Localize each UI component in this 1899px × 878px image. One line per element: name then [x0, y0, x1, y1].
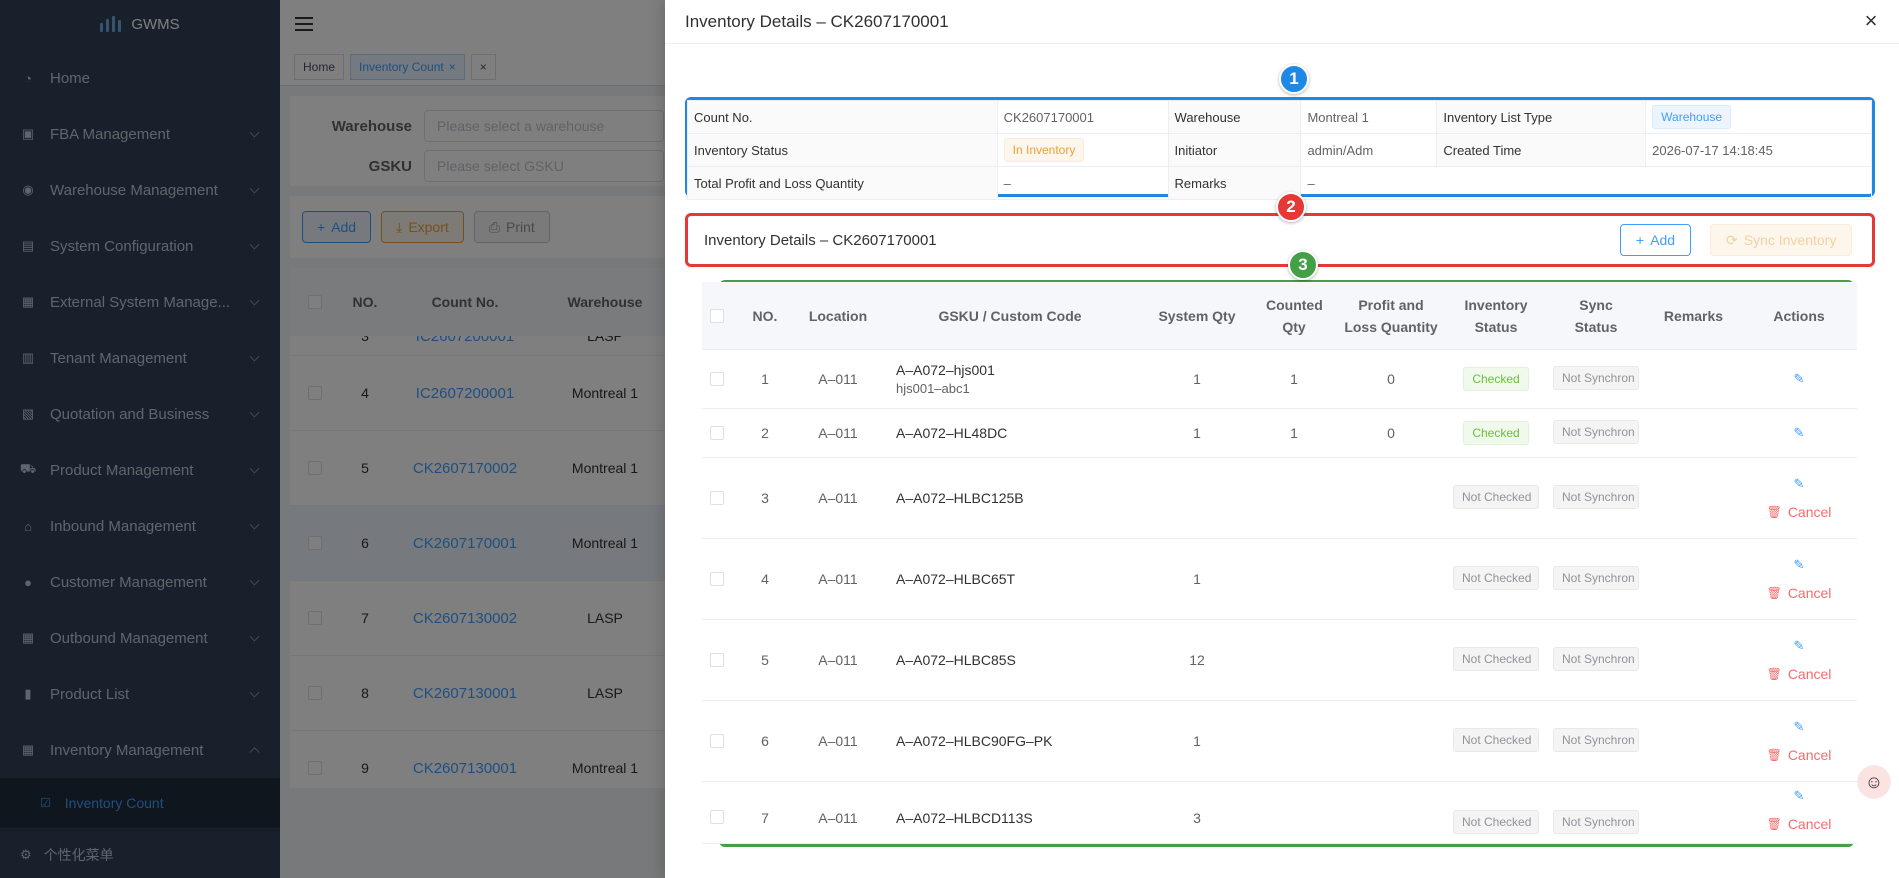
col-no: NO. [752, 307, 778, 324]
trash-icon: 🗑 [1766, 817, 1782, 831]
row-checkbox[interactable] [710, 372, 724, 386]
assistant-avatar-icon[interactable]: ☺ [1857, 765, 1891, 799]
cancel-link[interactable]: 🗑 Cancel [1767, 816, 1832, 832]
row-checkbox[interactable] [710, 491, 724, 505]
col-gsku: GSKU / Custom Code [938, 307, 1082, 324]
trash-icon: 🗑 [1766, 586, 1782, 600]
edit-icon[interactable]: ✎ [1794, 476, 1805, 492]
cancel-link[interactable]: 🗑 Cancel [1767, 504, 1832, 520]
drawer-title: Inventory Details – CK2607170001 [685, 11, 949, 31]
gsku-value: A–A072–hjs001 [896, 362, 995, 378]
col-inventory-status: Inventory Status [1464, 296, 1528, 335]
row-checkbox[interactable] [710, 734, 724, 748]
edit-icon[interactable]: ✎ [1794, 638, 1805, 654]
trash-icon: 🗑 [1766, 667, 1782, 681]
table-row: 5 A–011 A–A072–HLBC85S 12 Not Checked No… [702, 620, 1857, 701]
drawer-header: Inventory Details – CK2607170001 × [665, 0, 1899, 44]
sync-status-tag: Not Synchron [1553, 810, 1639, 834]
sync-status-tag: Not Synchron [1553, 484, 1639, 509]
gsku-value: A–A072–HLBC65T [896, 571, 1016, 587]
edit-icon[interactable]: ✎ [1794, 425, 1805, 441]
inventory-status-tag: Not Checked [1453, 810, 1539, 834]
row-checkbox[interactable] [710, 653, 724, 667]
sync-status-tag: Not Synchron [1553, 646, 1639, 671]
close-icon[interactable]: × [1861, 10, 1881, 32]
edit-icon[interactable]: ✎ [1794, 371, 1805, 387]
inventory-status-tag: Checked [1463, 367, 1529, 391]
plus-icon: + [1636, 232, 1645, 248]
cancel-link[interactable]: 🗑 Cancel [1767, 747, 1832, 763]
col-counted-qty: Counted Qty [1266, 296, 1323, 335]
list-type-tag: Warehouse [1652, 105, 1732, 129]
annotation-badge-1: 1 [1279, 64, 1309, 94]
cancel-link[interactable]: 🗑 Cancel [1767, 666, 1832, 682]
col-sync-status: Sync Status [1574, 296, 1618, 335]
sync-inventory-button[interactable]: ⟳ Sync Inventory [1710, 224, 1853, 256]
inventory-status-tag: Checked [1463, 421, 1529, 445]
cancel-link[interactable]: 🗑 Cancel [1767, 585, 1832, 601]
edit-icon[interactable]: ✎ [1794, 557, 1805, 573]
row-checkbox[interactable] [710, 810, 724, 824]
table-row: 1 A–011 A–A072–hjs001 hjs001–abc1 1 1 0 C… [702, 350, 1857, 409]
table-header: NO. Location GSKU / Custom Code System Q… [702, 282, 1857, 350]
gsku-value: A–A072–HL48DC [896, 425, 1008, 441]
inventory-details-table: NO. Location GSKU / Custom Code System Q… [702, 282, 1857, 844]
col-pl-qty: Profit and Loss Quantity [1344, 296, 1438, 335]
col-system-qty: System Qty [1158, 307, 1236, 324]
row-checkbox[interactable] [710, 572, 724, 586]
gsku-value: A–A072–HLBCD113S [896, 810, 1033, 826]
select-all-checkbox[interactable] [710, 308, 724, 323]
sync-status-tag: Not Synchron [1553, 565, 1639, 590]
refresh-icon: ⟳ [1726, 231, 1738, 248]
col-actions: Actions [1773, 307, 1825, 324]
table-row: 7 A–011 A–A072–HLBCD113S 3 Not Checked N… [702, 782, 1857, 844]
add-detail-button[interactable]: + Add [1620, 224, 1692, 256]
inventory-status-tag: Not Checked [1453, 565, 1539, 590]
inventory-status-tag: In Inventory [1003, 138, 1085, 162]
card-title: Inventory Details – CK2607170001 [704, 231, 937, 249]
count-info-table: Count No. CK2607170001 Warehouse Montrea… [687, 100, 1872, 200]
sync-status-tag: Not Synchron [1553, 419, 1639, 444]
annotation-badge-3: 3 [1288, 250, 1318, 280]
card-header: Inventory Details – CK2607170001 [687, 218, 1872, 262]
table-row: 3 A–011 A–A072–HLBC125B Not Checked Not … [702, 458, 1857, 539]
inventory-details-drawer: Inventory Details – CK2607170001 × 1 Cou… [665, 0, 1899, 878]
col-remarks: Remarks [1663, 307, 1724, 324]
table-row: 2 A–011 A–A072–HL48DC 1 1 0 Checked Not … [702, 409, 1857, 458]
edit-icon[interactable]: ✎ [1794, 788, 1805, 804]
custom-code-value: hjs001–abc1 [896, 381, 970, 396]
sync-status-tag: Not Synchron [1553, 727, 1639, 752]
edit-icon[interactable]: ✎ [1794, 719, 1805, 735]
trash-icon: 🗑 [1766, 748, 1782, 762]
inventory-status-tag: Not Checked [1453, 646, 1539, 671]
col-location: Location [808, 307, 868, 324]
inventory-status-tag: Not Checked [1453, 727, 1539, 752]
gsku-value: A–A072–HLBC125B [896, 490, 1024, 506]
table-row: 4 A–011 A–A072–HLBC65T 1 Not Checked Not… [702, 539, 1857, 620]
gsku-value: A–A072–HLBC85S [896, 652, 1016, 668]
row-checkbox[interactable] [710, 426, 724, 440]
sync-status-tag: Not Synchron [1553, 365, 1639, 390]
trash-icon: 🗑 [1766, 505, 1782, 519]
inventory-status-tag: Not Checked [1453, 484, 1539, 509]
table-row: 6 A–011 A–A072–HLBC90FG–PK 1 Not Checked… [702, 701, 1857, 782]
gsku-value: A–A072–HLBC90FG–PK [896, 733, 1053, 749]
